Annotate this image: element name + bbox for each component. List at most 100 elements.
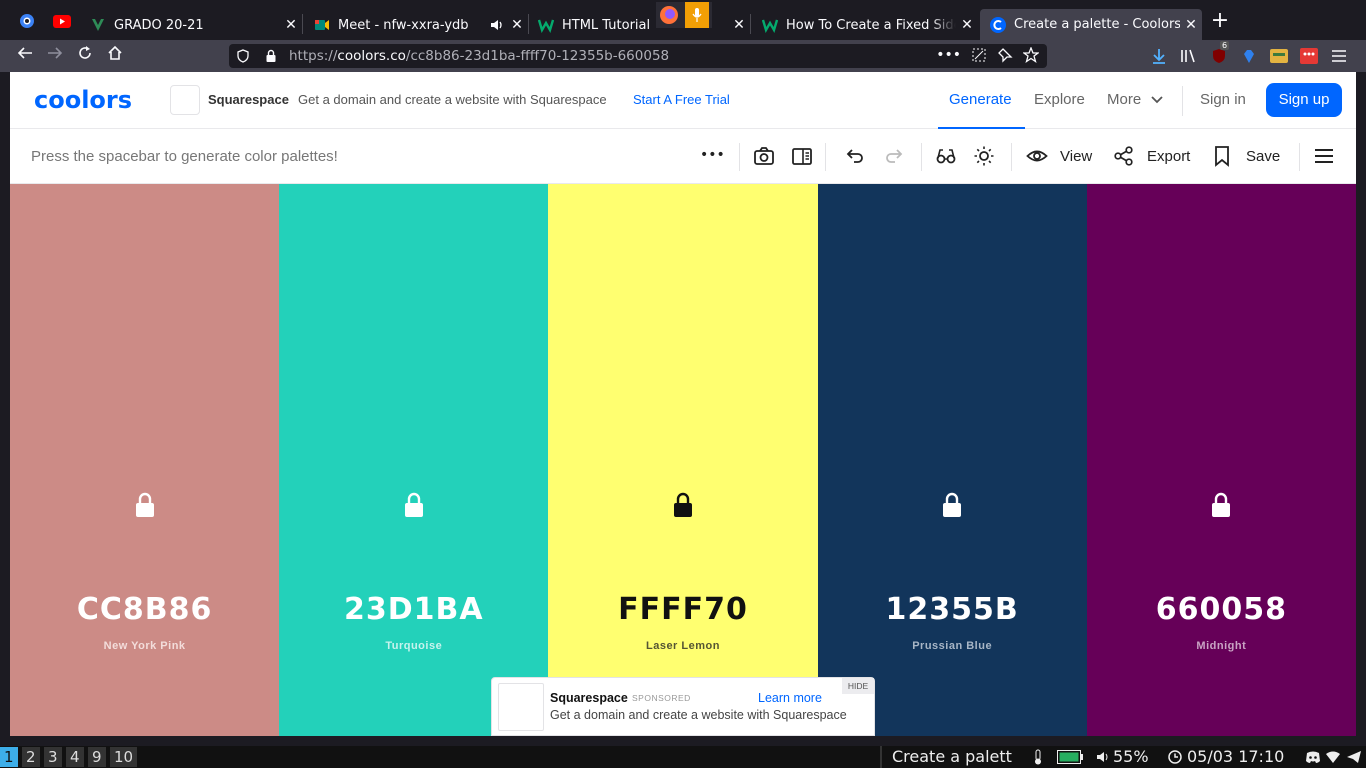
tab-meet[interactable]: Meet - nfw-xxra-ydb ✕ [304, 8, 529, 42]
lock-open-icon[interactable] [1210, 492, 1232, 518]
url-bar[interactable]: https://coolors.co/cc8b86-23d1ba-ffff70-… [229, 44, 1047, 68]
workspace-10[interactable]: 10 [110, 747, 138, 767]
coolors-icon [990, 16, 1006, 33]
workspace-9[interactable]: 9 [88, 747, 106, 767]
hamburger-menu-icon[interactable] [1313, 145, 1335, 167]
glasses-icon[interactable] [935, 145, 957, 167]
learn-more-link[interactable]: Learn more [758, 691, 822, 705]
color-palette: CC8B86 New York Pink 23D1BA Turquoise FFFF70… [10, 184, 1356, 736]
wm-window-title: Create a palett [880, 746, 1012, 768]
coolors-page: coolors Squarespace Get a domain and cre… [10, 72, 1356, 736]
lock-open-icon[interactable] [672, 492, 694, 518]
more-options-button[interactable]: ••• [700, 147, 725, 169]
url-host: coolors.co [337, 48, 406, 64]
swatch-hex[interactable]: 660058 [1087, 592, 1356, 627]
swatch-color-name: Turquoise [385, 640, 443, 652]
screenshot-icon[interactable] [971, 47, 987, 63]
sidebar-panel-icon[interactable] [791, 145, 813, 167]
tab-fixed-sidebar[interactable]: How To Create a Fixed Sidebar ✕ [752, 8, 978, 42]
redo-icon[interactable] [883, 145, 905, 167]
undo-icon[interactable] [844, 145, 866, 167]
color-swatch[interactable]: 660058 Midnight [1086, 184, 1356, 736]
ad-text[interactable]: Get a domain and create a website with S… [298, 92, 607, 107]
star-icon[interactable] [1023, 47, 1039, 63]
lock-open-icon[interactable] [941, 492, 963, 518]
url-path: /cc8b86-23d1ba-ffff70-12355b-660058 [405, 48, 670, 64]
view-label: View [1060, 148, 1093, 165]
swatch-hex[interactable]: CC8B86 [10, 592, 279, 627]
ad-logo-box[interactable] [170, 85, 200, 115]
ad-thumbnail[interactable] [498, 683, 544, 731]
battery-icon [1057, 750, 1083, 764]
app-menu-button[interactable] [1328, 45, 1350, 67]
tracking-shield-icon[interactable] [237, 49, 249, 63]
swatch-color-name: Prussian Blue [912, 640, 993, 652]
downloads-button[interactable] [1148, 45, 1170, 67]
color-swatch[interactable]: CC8B86 New York Pink [10, 184, 280, 736]
sign-up-button[interactable]: Sign up [1266, 83, 1342, 117]
wifi-icon[interactable] [1325, 750, 1341, 764]
pinned-tab-youtube[interactable] [47, 8, 77, 34]
arrow-left-icon [17, 47, 32, 59]
new-tab-button[interactable]: + [1208, 10, 1232, 34]
nav-more[interactable]: More [1107, 91, 1163, 108]
toolbar-divider [1011, 143, 1012, 171]
back-button[interactable] [13, 44, 37, 68]
camera-icon[interactable] [753, 145, 775, 167]
hide-ad-button[interactable]: HIDE [842, 678, 874, 694]
nav-explore[interactable]: Explore [1034, 91, 1085, 108]
library-button[interactable] [1178, 45, 1200, 67]
color-swatch[interactable]: 23D1BA Turquoise [279, 184, 549, 736]
workspace-1[interactable]: 1 [0, 747, 18, 767]
workspace-2[interactable]: 2 [22, 747, 40, 767]
speaker-icon[interactable] [490, 18, 504, 32]
telegram-icon[interactable] [1346, 750, 1362, 764]
sign-in-link[interactable]: Sign in [1200, 91, 1246, 108]
coolors-logo[interactable]: coolors [34, 86, 132, 114]
url-text[interactable]: https://coolors.co/cc8b86-23d1ba-ffff70-… [289, 48, 669, 64]
tab-close-button[interactable]: ✕ [1180, 17, 1202, 33]
forward-button[interactable] [43, 44, 67, 68]
volume-icon[interactable] [1096, 750, 1110, 764]
nav-generate-label: Generate [949, 91, 1012, 108]
workspace-3[interactable]: 3 [44, 747, 62, 767]
tab-coolors[interactable]: Create a palette - Coolors ✕ [980, 9, 1202, 40]
tab-close-button[interactable]: ✕ [956, 17, 978, 33]
discord-icon[interactable] [1305, 750, 1321, 764]
home-button[interactable] [103, 44, 127, 68]
diamond-extension[interactable] [1238, 45, 1260, 67]
eye-icon [1026, 150, 1048, 162]
lock-open-icon[interactable] [134, 492, 156, 518]
sponsor-description[interactable]: Get a domain and create a website with S… [550, 708, 847, 722]
sun-icon[interactable] [973, 145, 995, 167]
color-swatch[interactable]: 12355B Prussian Blue [817, 184, 1087, 736]
workspace-4[interactable]: 4 [66, 747, 84, 767]
lock-icon[interactable] [265, 49, 277, 63]
tab-close-button[interactable]: ✕ [280, 17, 302, 33]
swatch-hex[interactable]: 12355B [818, 592, 1087, 627]
nav-generate[interactable]: Generate [938, 72, 1025, 129]
sponsored-ad[interactable]: Squarespace SPONSORED Learn more HIDE Ge… [491, 677, 875, 736]
reload-button[interactable] [73, 44, 97, 68]
tab-close-button[interactable]: ✕ [728, 17, 750, 33]
ad-brand[interactable]: Squarespace [208, 92, 289, 107]
pinned-tab-circle-app[interactable] [12, 8, 42, 34]
hamburger-menu-icon [1332, 50, 1346, 62]
pin-icon[interactable] [997, 47, 1013, 63]
color-swatch[interactable]: FFFF70 Laser Lemon [548, 184, 818, 736]
ublock-extension[interactable]: 6 [1208, 41, 1230, 67]
tab-grado[interactable]: GRADO 20-21 ✕ [80, 8, 303, 42]
theme-extension[interactable] [1268, 45, 1290, 67]
lock-open-icon[interactable] [403, 492, 425, 518]
nav-divider [1182, 86, 1183, 116]
tab-html-tutorial[interactable]: HTML Tutorial ✕ [528, 8, 751, 42]
sponsor-brand[interactable]: Squarespace [550, 691, 628, 705]
tab-close-button[interactable]: ✕ [506, 17, 528, 33]
ad-cta-link[interactable]: Start A Free Trial [633, 92, 730, 107]
swatch-hex[interactable]: 23D1BA [279, 592, 548, 627]
firefox-icon [660, 6, 678, 24]
dots-extension[interactable] [1298, 45, 1320, 67]
swatch-hex[interactable]: FFFF70 [548, 592, 817, 627]
mic-sharing-indicator[interactable] [656, 2, 712, 28]
page-actions-button[interactable]: ••• [936, 47, 961, 63]
